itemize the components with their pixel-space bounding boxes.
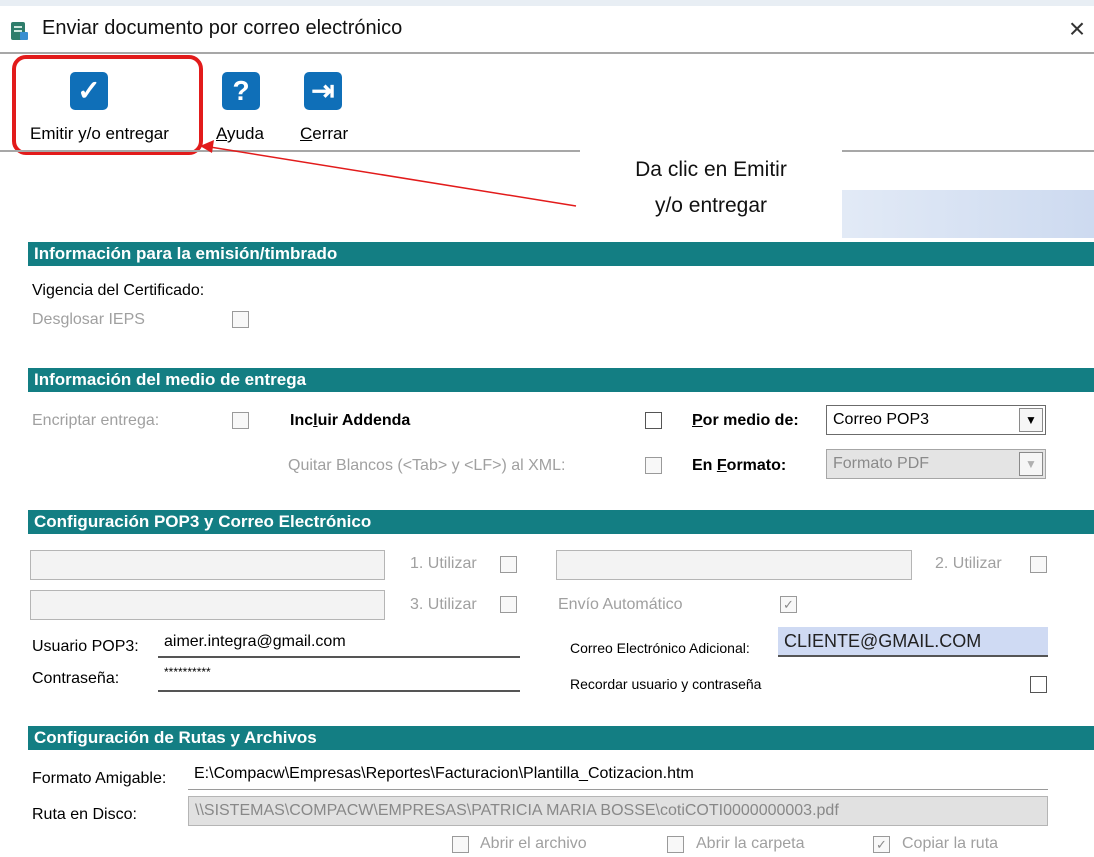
- abrir-archivo-label: Abrir el archivo: [480, 835, 587, 852]
- ruta-disco-input[interactable]: \\SISTEMAS\COMPACW\EMPRESAS\PATRICIA MAR…: [188, 796, 1048, 826]
- incluir-addenda-label: Incluir Addenda: [290, 412, 410, 430]
- utilizar2-checkbox[interactable]: [1030, 556, 1047, 573]
- formato-post: ormato:: [726, 457, 787, 474]
- medio-post: or medio de:: [702, 412, 799, 429]
- chevron-down-icon[interactable]: ▼: [1019, 452, 1043, 476]
- correo2-field[interactable]: [556, 550, 912, 580]
- desglosar-checkbox[interactable]: [232, 311, 249, 328]
- envio-automatico-checkbox[interactable]: ✓: [780, 596, 797, 613]
- vigencia-label: Vigencia del Certificado:: [32, 282, 205, 299]
- copiar-ruta-label: Copiar la ruta: [902, 835, 999, 852]
- contrasena-label: Contraseña:: [32, 670, 120, 687]
- incluir-pre: Inc: [290, 412, 314, 429]
- copiar-ruta-checkbox[interactable]: ✓: [873, 836, 890, 853]
- utilizar1-label: 1. Utilizar: [410, 555, 477, 572]
- contrasena-input[interactable]: **********: [158, 662, 520, 692]
- formato-select[interactable]: Formato PDF ▼: [826, 449, 1046, 479]
- envio-automatico-label: Envío Automático: [558, 596, 683, 613]
- utilizar1-checkbox[interactable]: [500, 556, 517, 573]
- abrir-carpeta-label: Abrir la carpeta: [696, 835, 805, 852]
- formato-amigable-input[interactable]: E:\Compacw\Empresas\Reportes\Facturacion…: [188, 760, 1048, 790]
- formato-value: Formato PDF: [833, 455, 930, 472]
- medio-value: Correo POP3: [833, 411, 930, 428]
- recordar-checkbox[interactable]: [1030, 676, 1047, 693]
- section-header-emision: Información para la emisión/timbrado: [28, 242, 1094, 266]
- incluir-addenda-checkbox[interactable]: [645, 412, 662, 429]
- medio-select[interactable]: Correo POP3 ▼: [826, 405, 1046, 435]
- encriptar-label: Encriptar entrega:: [32, 412, 160, 429]
- quitar-blancos-label: Quitar Blancos (<Tab> y <LF>) al XML:: [288, 457, 566, 474]
- quitar-blancos-checkbox[interactable]: [645, 457, 662, 474]
- correo3-field[interactable]: [30, 590, 385, 620]
- correo1-field[interactable]: [30, 550, 385, 580]
- usuario-pop3-label: Usuario POP3:: [32, 638, 139, 655]
- chevron-down-icon[interactable]: ▼: [1019, 408, 1043, 432]
- formato-amigable-label: Formato Amigable:: [32, 770, 167, 787]
- formato-mnemonic: F: [716, 457, 727, 474]
- correo-adicional-label: Correo Electrónico Adicional:: [570, 640, 750, 656]
- incluir-post: uir Addenda: [317, 412, 411, 429]
- utilizar3-label: 3. Utilizar: [410, 596, 477, 613]
- formato-pre: En: [692, 457, 717, 474]
- recordar-label: Recordar usuario y contraseña: [570, 676, 762, 692]
- utilizar3-checkbox[interactable]: [500, 596, 517, 613]
- encriptar-checkbox[interactable]: [232, 412, 249, 429]
- usuario-pop3-input[interactable]: aimer.integra@gmail.com: [158, 628, 520, 658]
- correo-adicional-input[interactable]: CLIENTE@GMAIL.COM: [778, 627, 1048, 657]
- medio-label: Por medio de:: [692, 412, 799, 430]
- abrir-carpeta-checkbox[interactable]: [667, 836, 684, 853]
- abrir-archivo-checkbox[interactable]: [452, 836, 469, 853]
- medio-mnemonic: P: [692, 412, 703, 429]
- desglosar-label: Desglosar IEPS: [32, 311, 145, 328]
- ruta-disco-label: Ruta en Disco:: [32, 806, 137, 823]
- section-header-rutas: Configuración de Rutas y Archivos: [28, 726, 1094, 750]
- section-header-entrega: Información del medio de entrega: [28, 368, 1094, 392]
- utilizar2-label: 2. Utilizar: [935, 555, 1002, 572]
- section-header-pop3: Configuración POP3 y Correo Electrónico: [28, 510, 1094, 534]
- formato-label: En Formato:: [692, 457, 786, 475]
